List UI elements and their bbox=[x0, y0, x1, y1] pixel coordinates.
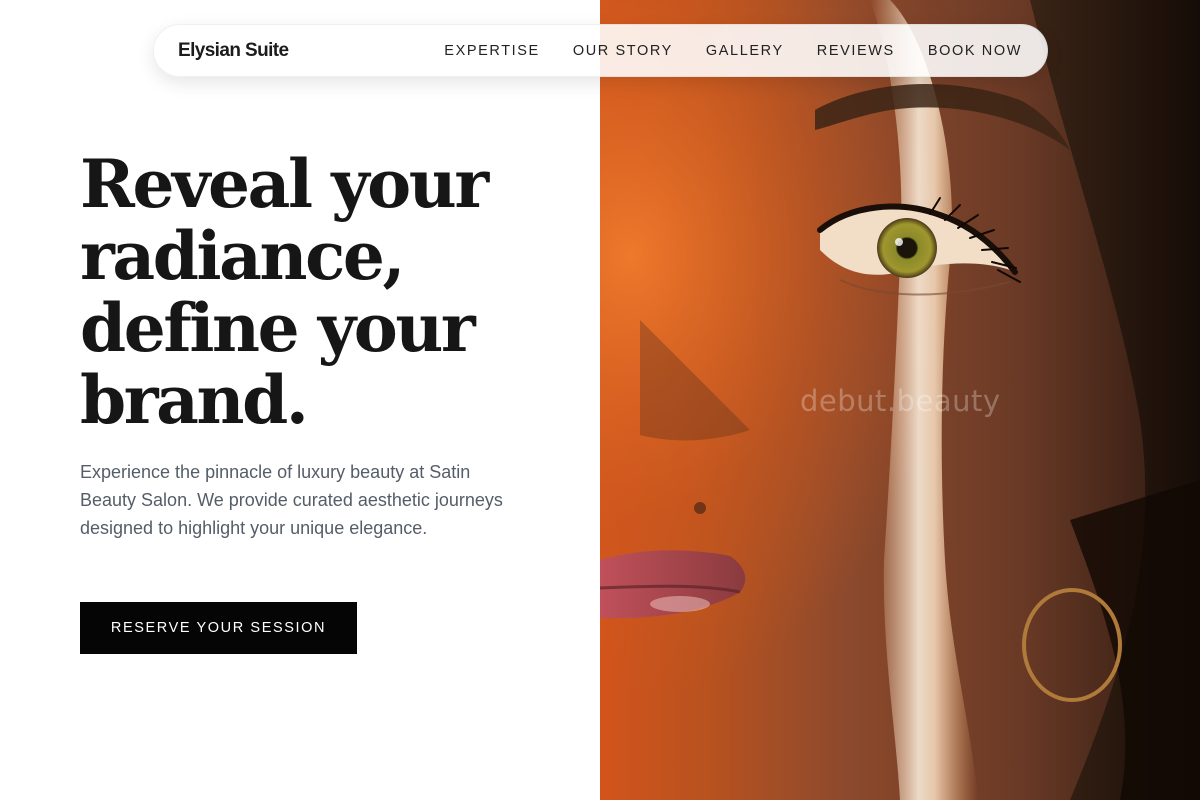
reserve-session-button[interactable]: RESERVE YOUR SESSION bbox=[80, 602, 357, 654]
brand-logo[interactable]: Elysian Suite bbox=[178, 40, 289, 62]
top-navigation-bar: Elysian Suite EXPERTISE OUR STORY GALLER… bbox=[153, 24, 1048, 77]
nav-link-reviews[interactable]: REVIEWS bbox=[817, 43, 895, 59]
hero-description: Experience the pinnacle of luxury beauty… bbox=[80, 462, 503, 538]
hero-portrait-image: debut.beauty bbox=[600, 0, 1200, 800]
nav-link-our-story[interactable]: OUR STORY bbox=[573, 43, 673, 59]
hero-headline-line: Reveal your bbox=[80, 145, 489, 223]
hero-headline-line: brand. bbox=[80, 361, 309, 439]
hero-headline-line: define your bbox=[80, 289, 476, 367]
hero-section: Reveal your radiance, define your brand.… bbox=[80, 148, 550, 542]
nav-link-gallery[interactable]: GALLERY bbox=[706, 43, 784, 59]
image-watermark: debut.beauty bbox=[800, 384, 1001, 418]
nav-link-book-now[interactable]: BOOK NOW bbox=[928, 43, 1022, 59]
nav-links: EXPERTISE OUR STORY GALLERY REVIEWS BOOK… bbox=[444, 43, 1022, 59]
hero-headline: Reveal your radiance, define your brand. bbox=[80, 148, 550, 436]
hero-headline-line: radiance, bbox=[80, 217, 405, 295]
landing-page: debut.beauty Elysian Suite EXPERTISE OUR… bbox=[0, 0, 1200, 800]
nav-link-expertise[interactable]: EXPERTISE bbox=[444, 43, 540, 59]
